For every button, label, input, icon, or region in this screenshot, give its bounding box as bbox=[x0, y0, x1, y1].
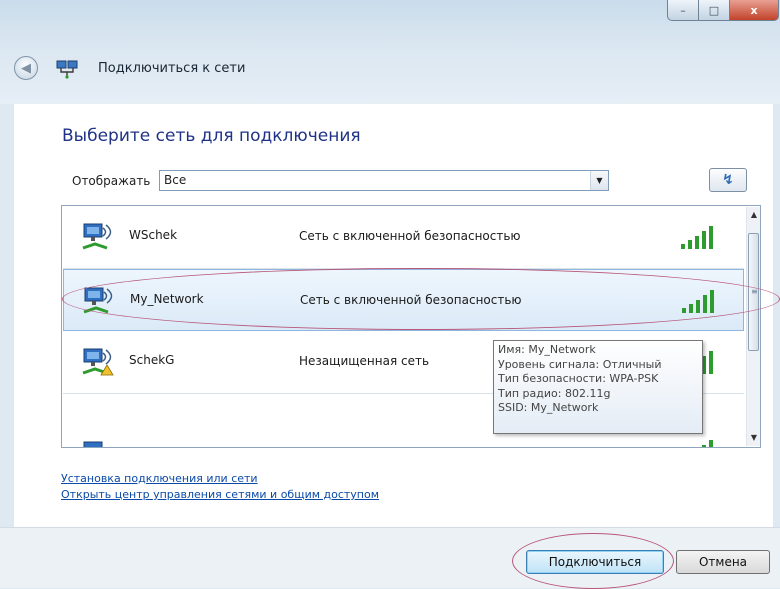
network-center-link[interactable]: Открыть центр управления сетями и общим … bbox=[61, 488, 379, 501]
network-status: Сеть с включенной безопасностью bbox=[300, 293, 522, 307]
network-row-wschek[interactable]: WSchek Сеть с включенной безопасностью bbox=[63, 206, 744, 269]
filter-select-value: Все bbox=[164, 173, 187, 187]
back-arrow-icon: ◀ bbox=[21, 60, 31, 76]
signal-strength-icon bbox=[682, 290, 714, 313]
refresh-button[interactable]: ↯ bbox=[709, 168, 747, 192]
network-name: WSchek bbox=[129, 228, 178, 242]
back-button[interactable]: ◀ bbox=[14, 56, 38, 80]
scroll-up-button[interactable]: ▲ bbox=[747, 207, 760, 223]
maximize-icon: □ bbox=[708, 3, 720, 17]
network-wizard-icon bbox=[56, 60, 78, 79]
network-icon bbox=[83, 441, 103, 447]
chevron-down-icon: ▼ bbox=[750, 433, 758, 442]
minimize-button[interactable]: – bbox=[667, 0, 699, 21]
filter-dropdown-button[interactable]: ▼ bbox=[590, 171, 608, 190]
tooltip-radio: Тип радио: 802.11g bbox=[498, 386, 611, 400]
list-scrollbar[interactable]: ▲ ≡ ▼ bbox=[746, 207, 760, 446]
network-status: Незащищенная сеть bbox=[299, 354, 430, 368]
scrollbar-thumb[interactable]: ≡ bbox=[748, 233, 759, 351]
button-bar: Подключиться Отмена bbox=[0, 527, 780, 588]
window-controls: – □ x bbox=[667, 0, 780, 22]
setup-connection-link[interactable]: Установка подключения или сети bbox=[61, 472, 258, 485]
network-status: Сеть с включенной безопасностью bbox=[299, 229, 521, 243]
tooltip-security: Тип безопасности: WPA-PSK bbox=[498, 372, 659, 386]
secured-network-icon bbox=[82, 223, 112, 250]
signal-strength-icon bbox=[681, 226, 713, 249]
tooltip-name: Имя: My_Network bbox=[498, 343, 596, 356]
unsecured-network-icon bbox=[82, 348, 114, 376]
network-name: My_Network bbox=[130, 292, 204, 306]
network-tooltip: Имя: My_Network Уровень сигнала: Отличны… bbox=[493, 340, 703, 434]
cancel-button[interactable]: Отмена bbox=[676, 550, 770, 574]
close-button[interactable]: x bbox=[730, 0, 779, 21]
tooltip-signal: Уровень сигнала: Отличный bbox=[498, 357, 662, 371]
content-panel: Выберите сеть для подключения Отображать… bbox=[14, 104, 773, 527]
connect-button[interactable]: Подключиться bbox=[526, 550, 664, 574]
maximize-button[interactable]: □ bbox=[699, 0, 730, 21]
minimize-icon: – bbox=[680, 3, 686, 17]
window-title: Подключиться к сети bbox=[98, 61, 246, 76]
chevron-up-icon: ▲ bbox=[750, 210, 758, 219]
tooltip-ssid: SSID: My_Network bbox=[498, 401, 599, 415]
secured-network-icon bbox=[83, 287, 113, 314]
chevron-down-icon: ▼ bbox=[596, 175, 603, 185]
filter-label: Отображать bbox=[72, 174, 151, 188]
close-icon: x bbox=[750, 3, 758, 17]
signal-strength-icon bbox=[702, 440, 713, 447]
filter-select[interactable]: Все ▼ bbox=[159, 170, 609, 191]
title-bar bbox=[0, 0, 780, 104]
grip-icon: ≡ bbox=[751, 287, 758, 296]
network-name: SchekG bbox=[129, 353, 175, 367]
page-heading: Выберите сеть для подключения bbox=[62, 126, 361, 146]
network-row-my-network[interactable]: My_Network Сеть с включенной безопасност… bbox=[63, 269, 744, 331]
scroll-down-button[interactable]: ▼ bbox=[747, 430, 760, 446]
refresh-icon: ↯ bbox=[722, 172, 734, 188]
